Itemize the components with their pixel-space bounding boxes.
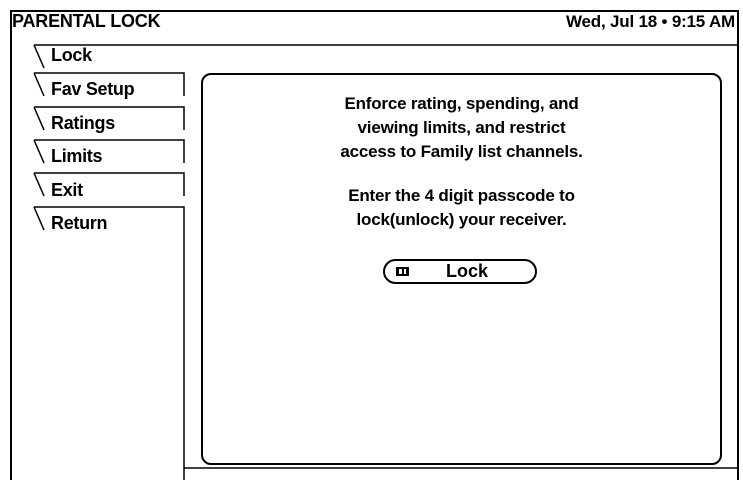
lock-button[interactable]: Lock <box>383 259 537 284</box>
instruction-text: Enter the 4 digit passcode to lock(unloc… <box>201 184 722 232</box>
tab-lock[interactable] <box>24 44 184 72</box>
page-title: PARENTAL LOCK <box>12 11 161 31</box>
instruction-line: Enter the 4 digit passcode to <box>348 186 575 205</box>
tab-lock-label[interactable]: Lock <box>51 45 92 66</box>
tab-fav-setup-label[interactable]: Fav Setup <box>51 79 135 100</box>
description-text: Enforce rating, spending, and viewing li… <box>201 92 722 164</box>
tab-exit[interactable] <box>24 173 184 201</box>
description-line: Enforce rating, spending, and <box>344 94 579 113</box>
lock-button-label: Lock <box>446 261 489 281</box>
tab-limits[interactable] <box>24 140 184 168</box>
tab-return-label[interactable]: Return <box>51 213 108 234</box>
description-line: viewing limits, and restrict <box>357 118 566 137</box>
tab-ratings-label[interactable]: Ratings <box>51 113 115 134</box>
description-line: access to Family list channels. <box>340 142 583 161</box>
tab-exit-label[interactable]: Exit <box>51 180 83 201</box>
instruction-line: lock(unlock) your receiver. <box>356 210 567 229</box>
tab-limits-label[interactable]: Limits <box>51 146 103 167</box>
date-time: Wed, Jul 18 • 9:15 AM <box>566 12 735 31</box>
remote-key-icon <box>396 267 409 276</box>
